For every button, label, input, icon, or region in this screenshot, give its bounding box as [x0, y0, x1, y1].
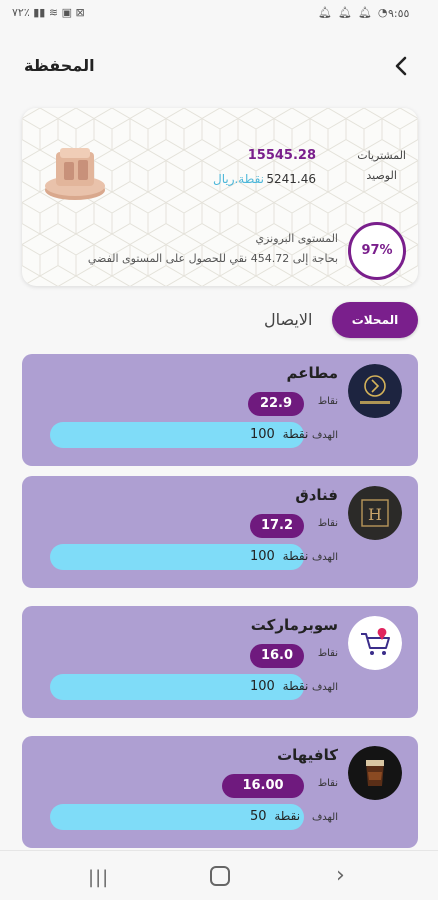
goal-label: الهدف	[311, 812, 338, 823]
app-header: المحفظة	[0, 44, 438, 88]
goal-progress-bar: نقطة 100	[50, 674, 308, 700]
points-badge: 16.0	[250, 644, 304, 668]
goal-unit: نقطة	[274, 809, 301, 823]
balance-unit: نقطة.ريال	[212, 172, 264, 186]
points-label: نقاط	[317, 518, 338, 529]
purchases-label: المشتريات	[357, 149, 406, 162]
points-badge: 17.2	[250, 514, 304, 538]
goal-value: 50	[250, 809, 267, 824]
notification-icons: 🔔︎🔔︎🔔︎◔	[318, 6, 394, 19]
category-card-hotels[interactable]: H فنادق نقاط 17.2 الهدف نقطة 100	[22, 476, 418, 588]
level-name: المستوى البرونزي	[255, 232, 338, 245]
level-progress-circle: 97%	[348, 222, 406, 280]
category-card-cafes[interactable]: كافيهات نقاط 16.00 الهدف نقطة 50	[22, 736, 418, 848]
goal-unit: نقطة	[282, 679, 309, 693]
restaurant-logo-icon	[348, 364, 402, 418]
status-time: ٩:٥٥	[388, 7, 410, 20]
tab-stores[interactable]: المحلات	[332, 302, 418, 338]
goal-label: الهدف	[311, 682, 338, 693]
home-icon[interactable]	[210, 866, 230, 886]
points-badge: 16.00	[222, 774, 304, 798]
battery-percent: ٧٢٪	[12, 6, 30, 19]
purchases-value: 15545.28	[247, 148, 316, 163]
goal-value: 100	[250, 549, 275, 564]
signal-icon: ▮▮ ≋ ▣ ⊠	[33, 6, 85, 19]
goal-label: الهدف	[311, 552, 338, 563]
bell-icon: 🔔︎	[318, 6, 338, 19]
balance-label: الوصيد	[366, 169, 397, 182]
bronze-medal-icon	[45, 148, 105, 200]
goal-value: 100	[250, 679, 275, 694]
coffee-cup-icon	[348, 746, 402, 800]
goal-label: الهدف	[311, 430, 338, 441]
goal-text: نقطة 100	[250, 549, 308, 564]
category-card-restaurants[interactable]: مطاعم نقاط 22.9 الهدف نقطة 100	[22, 354, 418, 466]
category-card-supermarkets[interactable]: سوبرماركت نقاط 16.0 الهدف نقطة 100	[22, 606, 418, 718]
svg-text:H: H	[368, 505, 382, 524]
goal-value: 100	[250, 427, 275, 442]
level-requirement: بحاجة إلى 454.72 نقي للحصول على المستوى …	[87, 252, 338, 265]
goal-progress-bar: نقطة 50	[50, 804, 304, 830]
category-name: سوبرماركت	[250, 616, 338, 634]
goal-text: نقطة 100	[250, 679, 308, 694]
page-title: المحفظة	[24, 56, 95, 75]
goal-progress-bar: نقطة 100	[50, 544, 308, 570]
status-left-icons: ٧٢٪ ▮▮ ≋ ▣ ⊠	[12, 6, 85, 19]
shopping-cart-icon	[348, 616, 402, 670]
recent-apps-icon[interactable]: |||	[88, 867, 109, 888]
wallet-summary-card: المشتريات الوصيد 15545.28 5241.46 نقطة.ر…	[22, 108, 418, 286]
purchases-balance-labels: المشتريات الوصيد	[357, 146, 406, 186]
category-name: كافيهات	[277, 746, 338, 764]
points-label: نقاط	[317, 396, 338, 407]
points-label: نقاط	[317, 778, 338, 789]
bell-icon: 🔔︎	[357, 6, 378, 19]
status-bar: ٧٢٪ ▮▮ ≋ ▣ ⊠ 🔔︎🔔︎🔔︎◔ ٩:٥٥	[0, 0, 438, 28]
back-button[interactable]	[388, 52, 416, 80]
points-badge: 22.9	[248, 392, 304, 416]
balance-value: 5241.46	[266, 172, 316, 186]
category-name: مطاعم	[286, 364, 338, 382]
goal-progress-bar: نقطة 100	[50, 422, 308, 448]
category-name: فنادق	[295, 486, 338, 504]
tab-receipts[interactable]: الايصال	[264, 310, 312, 329]
system-navigation-bar: ||| ›	[0, 850, 438, 900]
nav-back-icon[interactable]: ›	[336, 863, 345, 888]
goal-unit: نقطة	[282, 427, 309, 441]
goal-text: نقطة 50	[250, 809, 300, 824]
goal-text: نقطة 100	[250, 427, 308, 442]
points-label: نقاط	[317, 648, 338, 659]
goal-unit: نقطة	[282, 549, 309, 563]
bell-icon: 🔔︎	[337, 6, 358, 19]
hotel-logo-icon: H	[348, 486, 402, 540]
chevron-left-icon	[395, 56, 407, 76]
